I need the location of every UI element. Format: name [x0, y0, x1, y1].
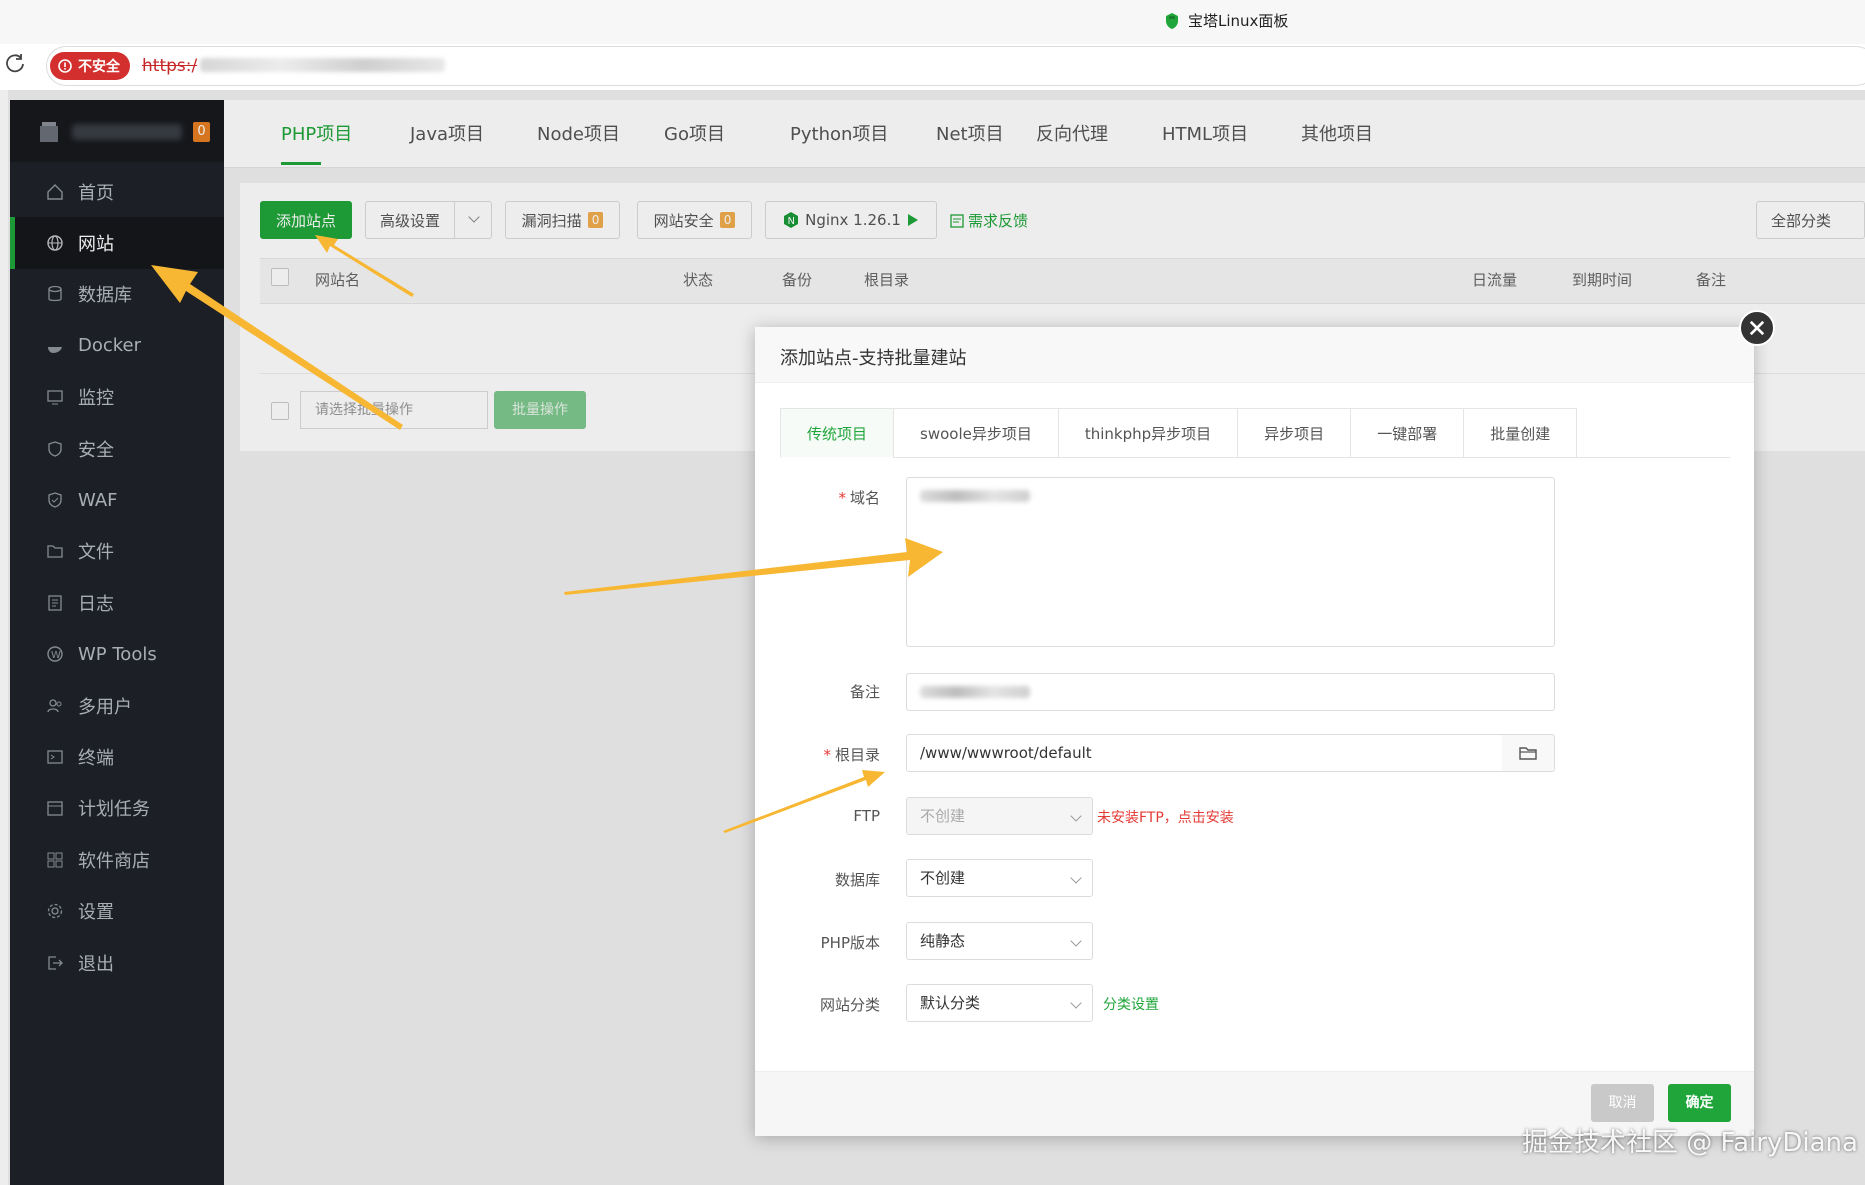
modal-tab-2[interactable]: thinkphp异步项目 — [1057, 408, 1238, 458]
chevron-down-icon — [1070, 935, 1082, 947]
php-version-select[interactable]: 纯静态 — [906, 922, 1093, 960]
chevron-down-icon — [1070, 997, 1082, 1009]
url-text[interactable]: https:/ — [142, 56, 197, 76]
modal-tab-4[interactable]: 一键部署 — [1350, 408, 1464, 458]
site-category-value: 默认分类 — [920, 994, 981, 1012]
url-redacted — [200, 58, 445, 72]
php-version-value: 纯静态 — [920, 932, 966, 950]
site-category-label: 网站分类 — [819, 996, 880, 1014]
chevron-down-icon — [1070, 872, 1082, 884]
confirm-button[interactable]: 确定 — [1668, 1084, 1731, 1122]
category-settings-link[interactable]: 分类设置 — [1103, 994, 1159, 1014]
chevron-down-icon — [1070, 810, 1082, 822]
browser-tab-title: 宝塔Linux面板 — [1188, 12, 1289, 30]
watermark: 掘金技术社区 @ FairyDiana — [1522, 1128, 1858, 1158]
bt-logo-icon — [1166, 12, 1178, 29]
database-select[interactable]: 不创建 — [906, 859, 1093, 897]
root-path-input[interactable]: /www/wwwroot/default — [906, 734, 1503, 772]
domain-label: * 域名 — [838, 489, 880, 507]
ftp-install-link[interactable]: 未安装FTP，点击安装 — [1097, 807, 1234, 827]
site-category-select[interactable]: 默认分类 — [906, 984, 1093, 1022]
note-value-redacted — [920, 686, 1030, 698]
ftp-label: FTP — [853, 807, 880, 825]
modal-tab-0[interactable]: 传统项目 — [780, 408, 894, 458]
folder-icon — [1519, 747, 1537, 760]
browser-tab-bar: 宝塔Linux面板 — [0, 0, 1865, 44]
database-select-value: 不创建 — [920, 869, 966, 887]
cancel-button[interactable]: 取消 — [1591, 1084, 1654, 1122]
browse-folder-button[interactable] — [1502, 734, 1555, 772]
database-label: 数据库 — [834, 871, 880, 889]
modal-title: 添加站点-支持批量建站 — [780, 348, 967, 369]
warning-shield-icon — [58, 59, 72, 73]
domain-textarea[interactable] — [906, 477, 1555, 647]
modal-tab-3[interactable]: 异步项目 — [1237, 408, 1351, 458]
close-icon[interactable] — [1739, 310, 1775, 346]
insecure-badge[interactable]: 不安全 — [50, 52, 130, 80]
note-label: 备注 — [849, 683, 880, 701]
modal-tabs: 传统项目 swoole异步项目 thinkphp异步项目 异步项目 一键部署 批量创建 — [780, 408, 1730, 458]
php-version-label: PHP版本 — [820, 934, 880, 952]
ftp-select: 不创建 — [906, 797, 1093, 835]
browser-tab[interactable]: 宝塔Linux面板 — [1164, 10, 1288, 31]
insecure-label: 不安全 — [78, 59, 120, 75]
reload-icon[interactable] — [4, 52, 26, 74]
modal-tab-1[interactable]: swoole异步项目 — [893, 408, 1058, 458]
ftp-select-value: 不创建 — [920, 807, 966, 825]
modal-tab-5[interactable]: 批量创建 — [1463, 408, 1578, 458]
domain-value-redacted — [920, 490, 1030, 502]
root-label: * 根目录 — [823, 746, 880, 764]
